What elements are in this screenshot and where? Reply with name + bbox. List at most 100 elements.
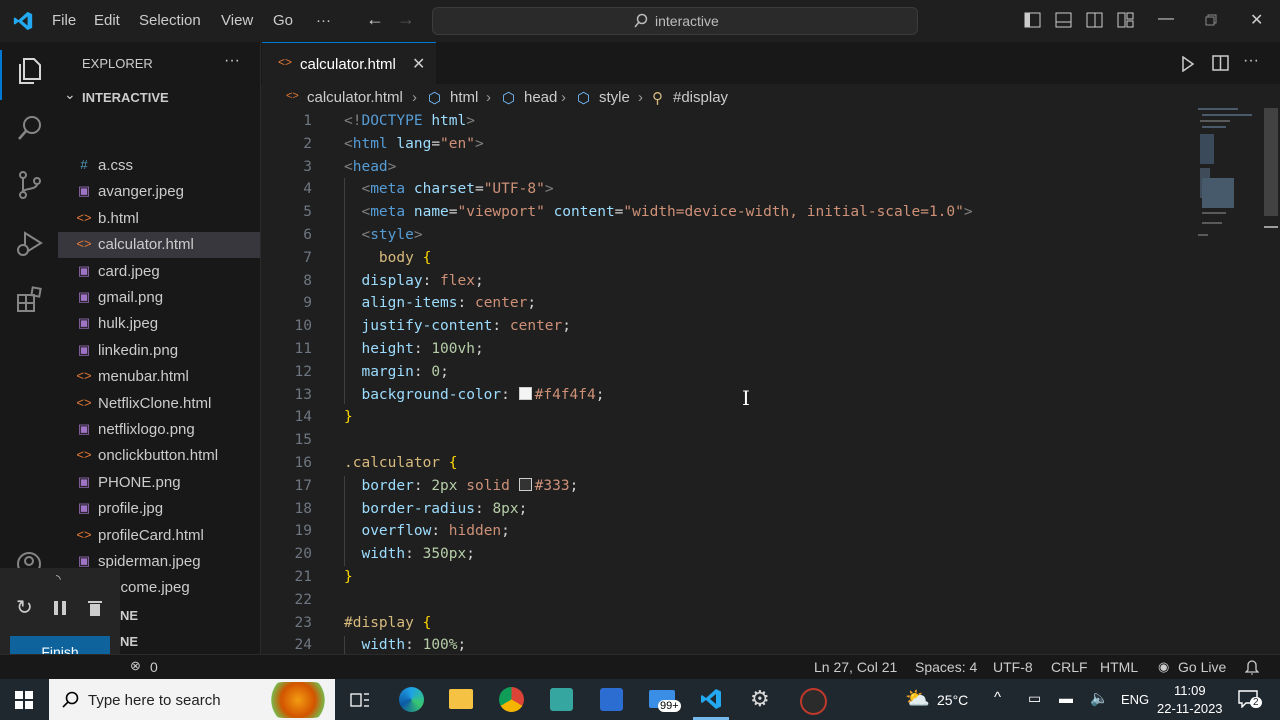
toggle-secondary-sidebar-icon[interactable] [1086,12,1103,28]
clock-date[interactable]: 22-11-2023 [1157,701,1223,716]
run-debug-icon[interactable] [15,228,45,258]
chrome-icon[interactable] [499,687,524,712]
code-line[interactable]: <meta name="viewport" content="width=dev… [344,204,972,220]
code-line[interactable]: overflow: hidden; [344,523,509,539]
folder-header[interactable]: ⌄ INTERACTIVE [58,86,260,110]
code-line[interactable]: <style> [344,227,422,243]
code-line[interactable]: body { [344,250,431,266]
menu-edit[interactable]: Edit [94,12,120,29]
minimap[interactable] [1196,108,1258,240]
vscode-taskbar-icon[interactable] [699,687,723,711]
list-item[interactable]: <> onclickbutton.html [58,443,260,469]
explorer-icon[interactable] [15,56,43,86]
meet-now-icon[interactable]: ▭ [1028,690,1041,707]
go-live-button[interactable]: Go Live [1178,659,1226,675]
code-line[interactable]: } [344,569,353,585]
editor-more-icon[interactable]: ··· [1243,52,1259,70]
list-item[interactable]: <> menubar.html [58,364,260,390]
line-ending[interactable]: CRLF [1051,659,1088,675]
list-item[interactable]: ▣ hulk.jpeg [58,311,260,337]
breadcrumb-display[interactable]: #display [673,89,728,106]
more-actions-icon[interactable]: ··· [224,52,240,70]
list-item[interactable]: <> profileCard.html [58,523,260,549]
run-icon[interactable] [1181,56,1195,72]
toggle-primary-sidebar-icon[interactable] [1024,12,1041,28]
code-line[interactable]: margin: 0; [344,364,448,380]
outline-section-header[interactable]: NE [120,608,138,623]
forward-arrow-icon[interactable]: → [397,9,415,30]
trash-icon[interactable] [87,600,103,617]
file-explorer-icon[interactable] [449,689,473,709]
menu-selection[interactable]: Selection [139,12,201,29]
minimize-icon[interactable]: — [1158,10,1174,28]
list-item[interactable]: ▣ profile.jpg [58,496,260,522]
code-line[interactable]: height: 100vh; [344,341,483,357]
battery-icon[interactable]: ▬ [1059,690,1073,706]
problems-indicator[interactable]: ⊗ 0 [130,655,170,679]
taskbar-search-box[interactable]: Type here to search [49,679,335,720]
windows-start-icon[interactable] [15,691,33,709]
code-line[interactable]: } [344,409,353,425]
code-line[interactable]: background-color: #f4f4f4; [344,386,604,403]
code-line[interactable]: display: flex; [344,273,483,289]
code-line[interactable]: width: 100%; [344,637,466,653]
code-line[interactable]: width: 350px; [344,546,475,562]
menu-more[interactable]: ··· [316,12,331,29]
restart-icon[interactable]: ↻ [16,595,33,620]
recorder-icon[interactable] [800,688,827,715]
menu-file[interactable]: File [52,12,76,29]
language-mode[interactable]: HTML [1100,659,1138,675]
breadcrumb-html[interactable]: html [450,89,478,106]
close-tab-icon[interactable]: ✕ [412,54,425,74]
bell-icon[interactable] [1245,659,1259,675]
split-editor-icon[interactable] [1212,55,1229,71]
menu-go[interactable]: Go [273,12,293,29]
source-control-icon[interactable] [16,170,44,200]
restore-icon[interactable] [1205,14,1217,26]
command-center-search[interactable]: interactive [432,7,918,35]
volume-icon[interactable]: 🔈 [1090,689,1109,707]
weather-temp[interactable]: 25°C [937,692,968,708]
breadcrumb-style[interactable]: style [599,89,630,106]
code-line[interactable]: .calculator { [344,455,458,471]
code-line[interactable]: #display { [344,615,431,631]
indentation[interactable]: Spaces: 4 [915,659,977,675]
edge-browser-icon[interactable] [399,687,424,712]
list-item[interactable]: ▣ gmail.png [58,285,260,311]
settings-gear-icon[interactable]: ⚙ [750,686,770,712]
tab-calculator-html[interactable]: <> calculator.html ✕ [262,42,436,86]
clock-time[interactable]: 11:09 [1174,683,1206,698]
list-item[interactable]: ▣ card.jpeg [58,259,260,285]
list-item[interactable]: ▣ PHONE.png [58,470,260,496]
cursor-position[interactable]: Ln 27, Col 21 [814,659,897,675]
code-line[interactable]: justify-content: center; [344,318,571,334]
code-line[interactable]: <html lang="en"> [344,136,484,152]
back-arrow-icon[interactable]: ← [366,9,384,30]
code-line[interactable]: <!DOCTYPE html> [344,113,475,129]
breadcrumb-file[interactable]: calculator.html [307,89,403,106]
customize-layout-icon[interactable] [1117,12,1134,28]
breadcrumb-head[interactable]: head [524,89,557,106]
code-line[interactable]: border: 2px solid #333; [344,477,578,494]
encoding[interactable]: UTF-8 [993,659,1033,675]
close-window-icon[interactable]: ✕ [1250,10,1263,30]
scrollbar-thumb[interactable] [1264,108,1278,216]
list-item[interactable]: # a.css [58,153,260,179]
task-view-icon[interactable] [350,691,370,709]
list-item[interactable]: <> NetflixClone.html [58,391,260,417]
code-line[interactable]: border-radius: 8px; [344,501,527,517]
search-view-icon[interactable] [16,114,44,142]
toggle-panel-icon[interactable] [1055,12,1072,28]
list-item[interactable]: ▣ linkedin.png [58,338,260,364]
list-item[interactable]: <> b.html [58,206,260,232]
list-item[interactable]: ▣ avanger.jpeg [58,179,260,205]
show-hidden-icons-icon[interactable]: ^ [994,689,1001,706]
store-icon[interactable] [600,688,623,711]
code-line[interactable]: align-items: center; [344,295,536,311]
code-line[interactable]: <head> [344,159,396,175]
snip-tool-icon[interactable] [550,688,573,711]
input-language[interactable]: ENG [1121,692,1149,707]
code-line[interactable]: <meta charset="UTF-8"> [344,181,553,197]
list-item[interactable]: <> calculator.html [58,232,260,259]
extensions-icon[interactable] [15,285,45,315]
